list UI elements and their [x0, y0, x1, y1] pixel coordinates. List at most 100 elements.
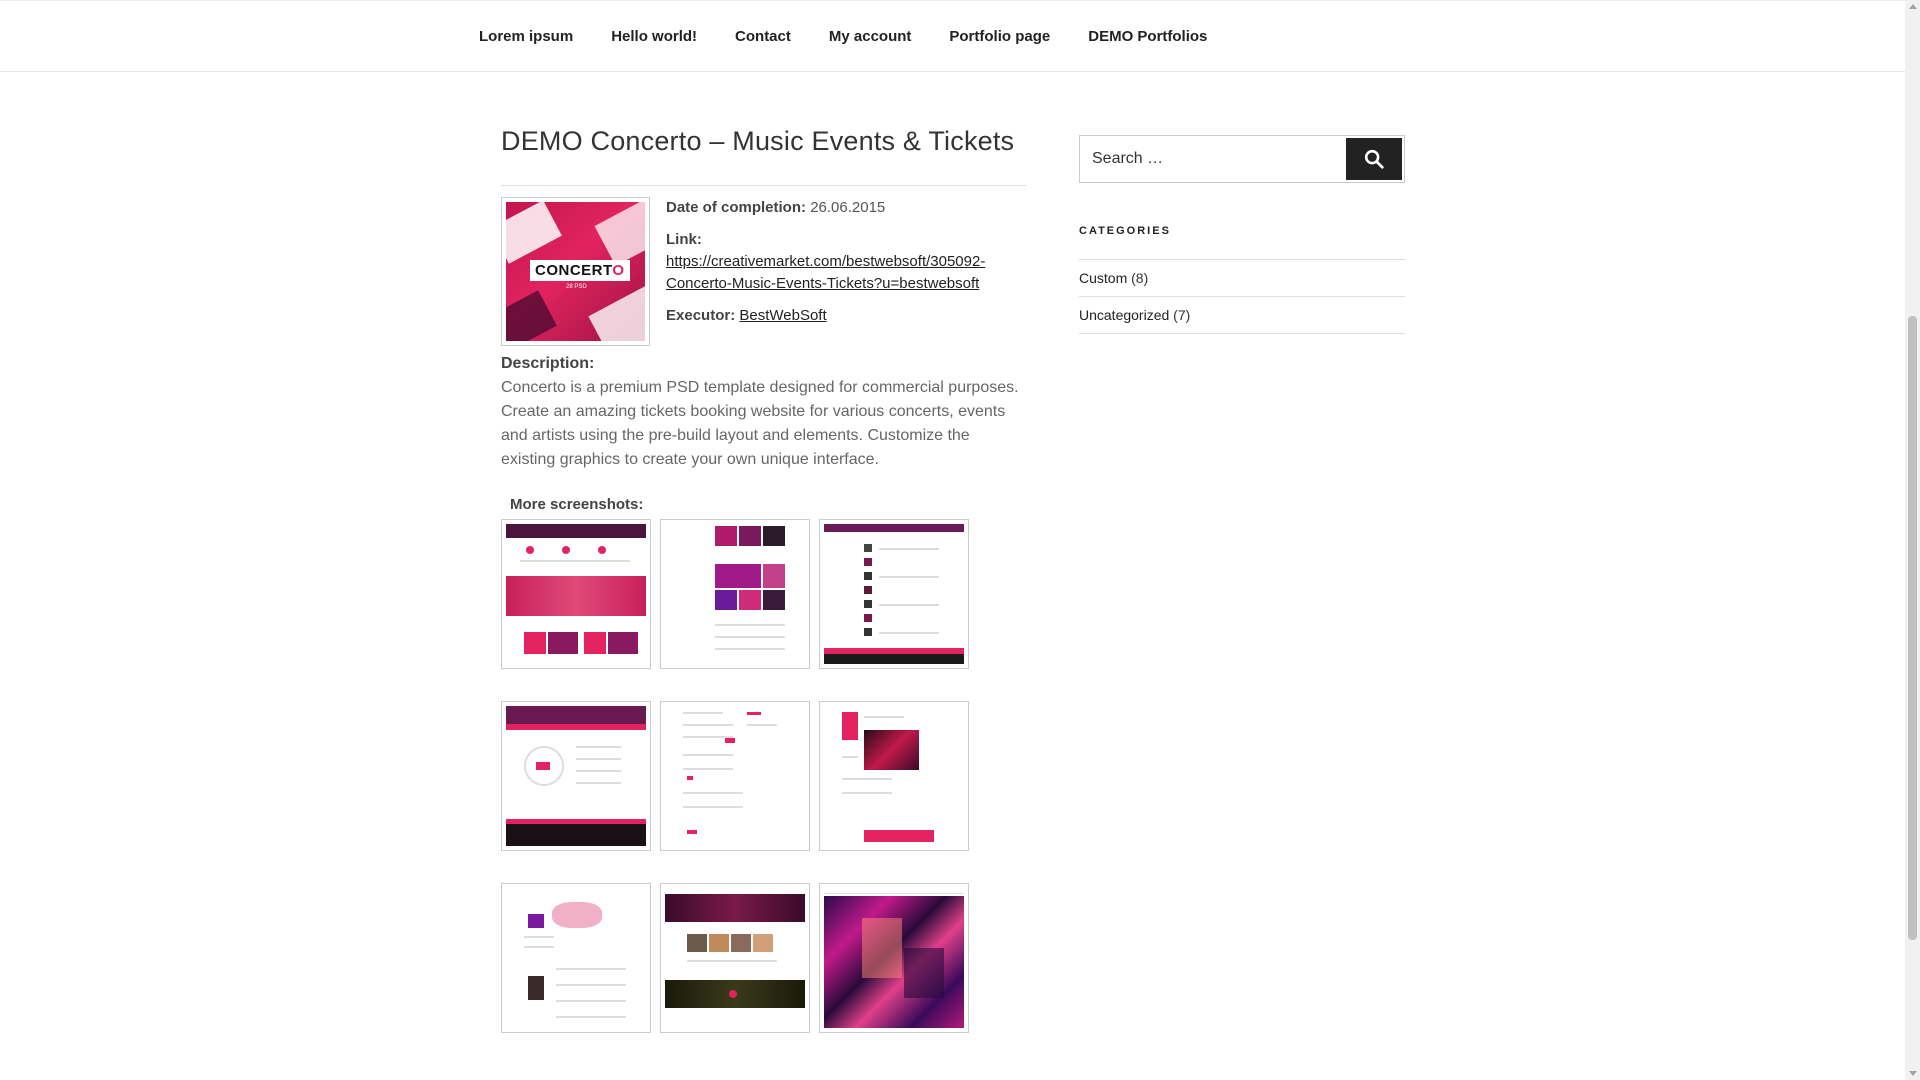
- image-block: [864, 572, 872, 580]
- image-header: [824, 524, 964, 532]
- description-paragraph: Create an amazing tickets booking websit…: [501, 403, 1006, 468]
- image-block: [687, 776, 693, 780]
- image-line: [576, 746, 621, 748]
- image-block: [729, 990, 737, 998]
- sidebar: CATEGORIES Custom (8) Uncategorized (7): [1079, 135, 1405, 334]
- link-row: Link: https://creativemarket.com/bestweb…: [666, 229, 996, 295]
- image-block: [763, 526, 785, 546]
- image-block: [506, 576, 646, 616]
- concerto-logo: CONCERTO: [530, 260, 630, 281]
- screenshot-thumbnail[interactable]: [819, 519, 969, 669]
- image-block: [842, 712, 858, 740]
- image-block: [598, 546, 606, 554]
- nav-link-hello-world[interactable]: Hello world!: [611, 28, 697, 45]
- image-block: [536, 762, 550, 770]
- nav-item-demo-portfolios: DEMO Portfolios: [1088, 28, 1207, 46]
- image-footer: [506, 824, 646, 846]
- image-block: [747, 712, 761, 715]
- nav-link-my-account[interactable]: My account: [829, 28, 912, 45]
- image-block: [687, 830, 697, 834]
- image-block: [864, 614, 872, 622]
- image-header: [506, 524, 646, 538]
- screenshot-image: [824, 888, 964, 1028]
- screenshot-image: [665, 524, 805, 664]
- executor-row: Executor: BestWebSoft: [666, 305, 996, 327]
- top-navigation: Lorem ipsum Hello world! Contact My acco…: [0, 0, 1905, 72]
- screenshot-thumbnail[interactable]: [660, 883, 810, 1033]
- image-block: [739, 590, 761, 610]
- image-block: [584, 632, 606, 654]
- nav-item-portfolio-page: Portfolio page: [949, 28, 1050, 46]
- screenshot-image: [665, 706, 805, 846]
- executor-label: Executor:: [666, 307, 736, 324]
- image-block: [862, 918, 902, 978]
- concerto-cover-image: CONCERTO 28 PSD: [506, 202, 645, 341]
- scroll-up-arrow-icon[interactable]: [1909, 4, 1917, 9]
- image-block: [864, 544, 872, 552]
- search-button[interactable]: [1346, 138, 1402, 180]
- image-line: [715, 624, 785, 626]
- cover-panel: [588, 283, 645, 341]
- image-block: [763, 590, 785, 610]
- screenshot-thumbnail[interactable]: [819, 883, 969, 1033]
- image-block: [864, 586, 872, 594]
- screenshot-thumbnail[interactable]: [501, 883, 651, 1033]
- nav-item-hello-world: Hello world!: [611, 28, 697, 46]
- image-header: [824, 888, 964, 894]
- image-line: [556, 1000, 626, 1002]
- nav-link-demo-portfolios[interactable]: DEMO Portfolios: [1088, 28, 1207, 45]
- image-line: [879, 576, 939, 578]
- link-label: Link:: [666, 231, 702, 248]
- search-icon: [1364, 149, 1384, 169]
- category-link-uncategorized[interactable]: Uncategorized: [1079, 307, 1169, 323]
- image-block: [528, 976, 544, 1000]
- screenshot-thumbnail[interactable]: [660, 519, 810, 669]
- image-header: [506, 724, 646, 730]
- categories-heading: CATEGORIES: [1079, 225, 1171, 237]
- scroll-down-arrow-icon[interactable]: [1909, 1071, 1917, 1076]
- categories-list: Custom (8) Uncategorized (7): [1079, 259, 1405, 334]
- screenshot-thumbnail[interactable]: [501, 519, 651, 669]
- image-line: [842, 792, 892, 794]
- category-link-custom[interactable]: Custom: [1079, 270, 1127, 286]
- logo-accent-text: O: [612, 262, 625, 279]
- scrollbar-thumb[interactable]: [1908, 316, 1917, 940]
- image-block: [524, 632, 546, 654]
- image-block: [552, 902, 602, 928]
- screenshot-image: [506, 524, 646, 664]
- nav-link-lorem-ipsum[interactable]: Lorem ipsum: [479, 28, 573, 45]
- nav-item-my-account: My account: [829, 28, 912, 46]
- nav-item-contact: Contact: [735, 28, 791, 46]
- image-line: [683, 754, 733, 756]
- project-link[interactable]: https://creativemarket.com/bestwebsoft/3…: [666, 251, 996, 295]
- cover-panel: [594, 202, 645, 266]
- screenshot-thumbnail[interactable]: [660, 701, 810, 851]
- featured-image[interactable]: CONCERTO 28 PSD: [501, 197, 650, 346]
- screenshot-image: [824, 524, 964, 664]
- image-block: [687, 934, 707, 952]
- nav-link-portfolio-page[interactable]: Portfolio page: [949, 28, 1050, 45]
- image-header: [506, 706, 646, 724]
- executor-link[interactable]: BestWebSoft: [739, 307, 826, 324]
- image-line: [556, 984, 626, 986]
- image-block: [608, 632, 638, 654]
- image-block: [904, 948, 944, 998]
- nav-link-contact[interactable]: Contact: [735, 28, 791, 45]
- cover-panel: [506, 290, 557, 341]
- image-block: [864, 600, 872, 608]
- meta-details: Date of completion: 26.06.2015 Link: htt…: [666, 197, 996, 346]
- screenshot-image: [506, 888, 646, 1028]
- date-label: Date of completion:: [666, 199, 807, 216]
- screenshot-image: [665, 888, 805, 1028]
- main-content: DEMO Concerto – Music Events & Tickets C…: [501, 126, 1026, 1033]
- image-line: [556, 1016, 626, 1018]
- title-divider: [501, 185, 1026, 186]
- scrollbar[interactable]: [1905, 0, 1920, 1080]
- image-line: [683, 724, 733, 726]
- screenshot-thumbnail[interactable]: [501, 701, 651, 851]
- image-block: [562, 546, 570, 554]
- screenshot-thumbnail[interactable]: [819, 701, 969, 851]
- list-item: Custom (8): [1079, 260, 1405, 297]
- image-line: [576, 758, 621, 760]
- search-input[interactable]: [1080, 136, 1344, 182]
